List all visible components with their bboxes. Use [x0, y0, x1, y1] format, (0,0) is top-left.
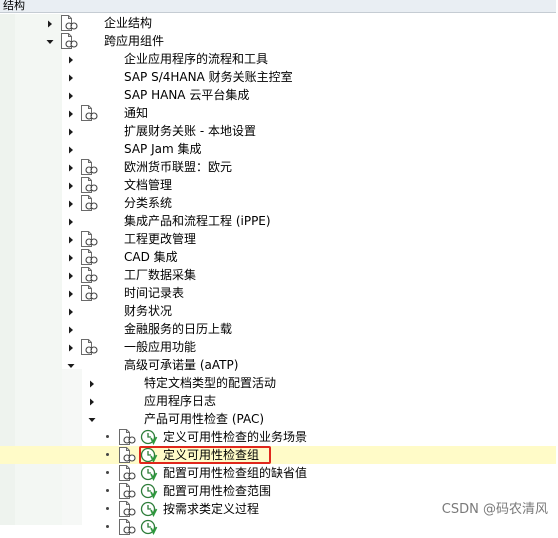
collapsed-arrow-icon[interactable] [66, 252, 76, 262]
collapsed-arrow-icon[interactable] [66, 324, 76, 334]
tree-node[interactable]: SAP S/4HANA 财务关账主控室 [0, 68, 556, 86]
tree-node-label: CAD 集成 [124, 250, 178, 264]
collapsed-arrow-icon[interactable] [87, 378, 97, 388]
collapsed-arrow-icon[interactable] [66, 162, 76, 172]
collapsed-arrow-icon[interactable] [66, 270, 76, 280]
tree-node-label: 企业应用程序的流程和工具 [124, 52, 269, 66]
tree-node[interactable]: 定义可用性检查组 [0, 446, 556, 464]
tree-node[interactable]: 跨应用组件 [0, 32, 556, 50]
tree-node[interactable]: 欧洲货币联盟：欧元 [0, 158, 556, 176]
customizing-tree: 企业结构跨应用组件企业应用程序的流程和工具 SAP S/4HANA 财务关账主控室… [0, 14, 556, 536]
tree-node[interactable]: SAP Jam 集成 [0, 140, 556, 158]
structure-header: 结构 [0, 0, 556, 13]
expanded-arrow-icon[interactable] [66, 360, 76, 370]
leaf-bullet-icon [106, 435, 109, 438]
tree-node-label: 应用程序日志 [144, 394, 217, 408]
collapsed-arrow-icon[interactable] [87, 396, 97, 406]
collapsed-arrow-icon[interactable] [66, 126, 76, 136]
tree-node[interactable]: SAP HANA 云平台集成 [0, 86, 556, 104]
tree-node[interactable]: 配置可用性检查组的缺省值 [0, 464, 556, 482]
collapsed-arrow-icon[interactable] [66, 198, 76, 208]
tree-node-label: 按需求类定义过程 [163, 502, 260, 516]
collapsed-arrow-icon[interactable] [66, 144, 76, 154]
collapsed-arrow-icon[interactable] [66, 72, 76, 82]
tree-node[interactable]: 时间记录表 [0, 284, 556, 302]
tree-node[interactable]: 扩展财务关账 - 本地设置 [0, 122, 556, 140]
leaf-bullet-icon [106, 453, 109, 456]
tree-node[interactable]: CAD 集成 [0, 248, 556, 266]
documentation-icon[interactable] [118, 519, 136, 538]
tree-node[interactable]: 集成产品和流程工程 (iPPE) [0, 212, 556, 230]
tree-node-label: 工程更改管理 [124, 232, 197, 246]
tree-node-label: 金融服务的日历上载 [124, 322, 233, 336]
expanded-arrow-icon[interactable] [87, 414, 97, 424]
tree-node[interactable]: 一般应用功能 [0, 338, 556, 356]
tree-node[interactable] [0, 518, 556, 536]
tree-node-label: 定义可用性检查组 [163, 448, 260, 462]
tree-node-label: 扩展财务关账 - 本地设置 [124, 124, 256, 138]
tree-node-label: 时间记录表 [124, 286, 185, 300]
collapsed-arrow-icon[interactable] [66, 288, 76, 298]
collapsed-arrow-icon[interactable] [66, 216, 76, 226]
collapsed-arrow-icon[interactable] [66, 342, 76, 352]
tree-node-label: 通知 [124, 106, 149, 120]
tree-node[interactable]: 分类系统 [0, 194, 556, 212]
expanded-arrow-icon[interactable] [45, 36, 55, 46]
tree-node-label: 欧洲货币联盟：欧元 [124, 160, 233, 174]
tree-node[interactable]: 应用程序日志 [0, 392, 556, 410]
tree-node-label: 跨应用组件 [104, 34, 165, 48]
tree-node[interactable]: 特定文档类型的配置活动 [0, 374, 556, 392]
tree-node[interactable]: 产品可用性检查 (PAC) [0, 410, 556, 428]
collapsed-arrow-icon[interactable] [66, 234, 76, 244]
tree-node[interactable]: 工程更改管理 [0, 230, 556, 248]
tree-node[interactable]: 工厂数据采集 [0, 266, 556, 284]
collapsed-arrow-icon[interactable] [45, 18, 55, 28]
execute-activity-icon[interactable] [140, 519, 158, 538]
tree-node-label: 财务状况 [124, 304, 173, 318]
tree-node-label: 一般应用功能 [124, 340, 197, 354]
tree-node[interactable]: 企业应用程序的流程和工具 [0, 50, 556, 68]
leaf-bullet-icon [106, 525, 109, 528]
tree-node-label: 文档管理 [124, 178, 173, 192]
collapsed-arrow-icon[interactable] [66, 54, 76, 64]
leaf-bullet-icon [106, 471, 109, 474]
tree-node-label: 企业结构 [104, 16, 153, 30]
tree-node-label: SAP S/4HANA 财务关账主控室 [124, 70, 293, 84]
tree-node-label: 工厂数据采集 [124, 268, 197, 282]
tree-node-label: 特定文档类型的配置活动 [144, 376, 277, 390]
tree-node[interactable]: 金融服务的日历上载 [0, 320, 556, 338]
tree-node-label: 配置可用性检查组的缺省值 [163, 466, 308, 480]
collapsed-arrow-icon[interactable] [66, 108, 76, 118]
tree-node[interactable]: 文档管理 [0, 176, 556, 194]
tree-node-label: 产品可用性检查 (PAC) [144, 412, 265, 426]
tree-node-label: 集成产品和流程工程 (iPPE) [124, 214, 271, 228]
tree-node-label: 高级可承诺量 (aATP) [124, 358, 239, 372]
tree-node[interactable]: 企业结构 [0, 14, 556, 32]
tree-node[interactable]: 高级可承诺量 (aATP) [0, 356, 556, 374]
collapsed-arrow-icon[interactable] [66, 306, 76, 316]
structure-header-title: 结构 [3, 0, 25, 12]
collapsed-arrow-icon[interactable] [66, 180, 76, 190]
tree-node[interactable]: 通知 [0, 104, 556, 122]
collapsed-arrow-icon[interactable] [66, 90, 76, 100]
tree-node-label: 配置可用性检查范围 [163, 484, 272, 498]
tree-node-label: 分类系统 [124, 196, 173, 210]
tree-node[interactable]: 定义可用性检查的业务场景 [0, 428, 556, 446]
watermark-text: CSDN @码农清风 [441, 502, 548, 517]
tree-node[interactable]: 财务状况 [0, 302, 556, 320]
leaf-bullet-icon [106, 489, 109, 492]
tree-node-label: 定义可用性检查的业务场景 [163, 430, 308, 444]
tree-node-label: SAP Jam 集成 [124, 142, 202, 156]
leaf-bullet-icon [106, 507, 109, 510]
tree-node-label: SAP HANA 云平台集成 [124, 88, 250, 102]
